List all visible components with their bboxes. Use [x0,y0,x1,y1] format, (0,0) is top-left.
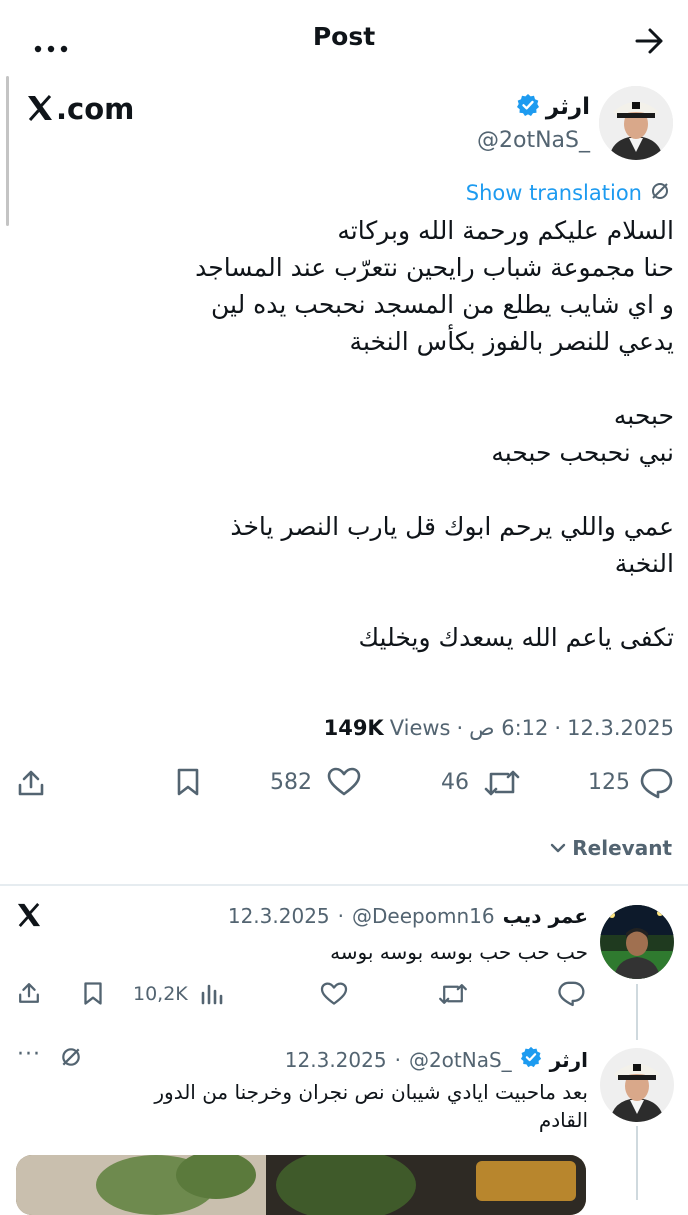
post-time[interactable]: 6:12 ص [469,716,548,740]
like-button[interactable] [320,982,348,1010]
like-button[interactable] [327,767,361,801]
author-name-row[interactable]: ارثر [516,92,590,122]
reply-count[interactable]: 125 [588,770,630,795]
bookmark-icon [177,768,199,796]
repost-icon [439,984,467,1004]
thread-line [636,984,638,1040]
reply-header[interactable]: 12.3.2025 · @Deepomn16 عمر ديب [228,904,588,928]
heart-icon [320,982,348,1005]
x-logo-icon [16,902,42,931]
share-icon [19,983,39,1003]
reply-handle[interactable]: @Deepomn16 [352,904,495,928]
repost-count[interactable]: 46 [441,770,469,795]
reply-views-count[interactable]: 10,2K [133,983,188,1005]
page-title: Post [312,22,376,51]
post-date[interactable]: 12.3.2025 [567,716,674,740]
reply-text: بعد ماحبيت ايادي شيبان نص نجران وخرجنا م… [154,1080,588,1132]
reply-avatar[interactable] [600,905,674,979]
section-divider [0,884,688,886]
bookmark-button[interactable] [82,981,104,1010]
repost-button[interactable] [438,982,468,1010]
reply-text: حب حب حب بوسه بوسه بوسه [330,940,588,964]
reply-date[interactable]: 12.3.2025 [228,904,330,928]
avatar[interactable] [599,86,673,160]
reply-avatar[interactable] [600,1048,674,1122]
bookmark-icon [84,982,102,1005]
verified-badge-icon [520,1046,542,1073]
reply-media-preview[interactable] [16,1155,586,1215]
reply-header[interactable]: 12.3.2025 · @2otNaS_ ارثر [285,1046,588,1073]
author-handle[interactable]: @2otNaS_ [470,128,590,153]
reply-handle[interactable]: @2otNaS_ [409,1048,512,1072]
reply-icon [558,981,585,1007]
post-meta: 149K Views · 6:12 ص · 12.3.2025 [323,716,674,740]
reply-display-name[interactable]: عمر ديب [503,904,588,928]
reply-more-button[interactable]: ··· [17,1042,41,1067]
scrollbar-thumb[interactable] [6,76,9,226]
show-translation-label: Show translation [465,181,642,205]
sort-dropdown[interactable]: Relevant [550,836,672,860]
share-icon [18,770,44,796]
share-button[interactable] [17,981,41,1009]
analytics-icon[interactable] [200,982,224,1010]
author-display-name: ارثر [545,94,590,120]
reply-button[interactable] [639,767,673,803]
reply-display-name[interactable]: ارثر [550,1048,588,1072]
forward-arrow-icon[interactable] [634,26,666,60]
thread-line [636,1126,638,1200]
watermark-text: .com [56,92,135,126]
bookmark-button[interactable] [175,767,201,801]
reply-date[interactable]: 12.3.2025 [285,1048,387,1072]
like-count[interactable]: 582 [270,770,312,795]
share-button[interactable] [16,768,46,802]
post-text: السلام عليكم ورحمة الله وبركاته حنا مجمو… [195,216,674,652]
heart-icon [327,767,361,796]
sort-label: Relevant [572,836,672,860]
views-label: Views [389,716,451,740]
reply-button[interactable] [557,980,585,1011]
verified-badge-icon [516,93,540,121]
repost-button[interactable] [484,768,520,802]
views-count[interactable]: 149K [324,716,384,740]
translate-icon[interactable] [60,1046,82,1072]
reply-icon [640,768,673,799]
show-translation-link[interactable]: Show translation [466,181,670,205]
translate-icon [650,181,670,205]
chevron-down-icon [550,839,566,858]
repost-icon [484,770,520,796]
x-logo-icon [26,94,54,125]
